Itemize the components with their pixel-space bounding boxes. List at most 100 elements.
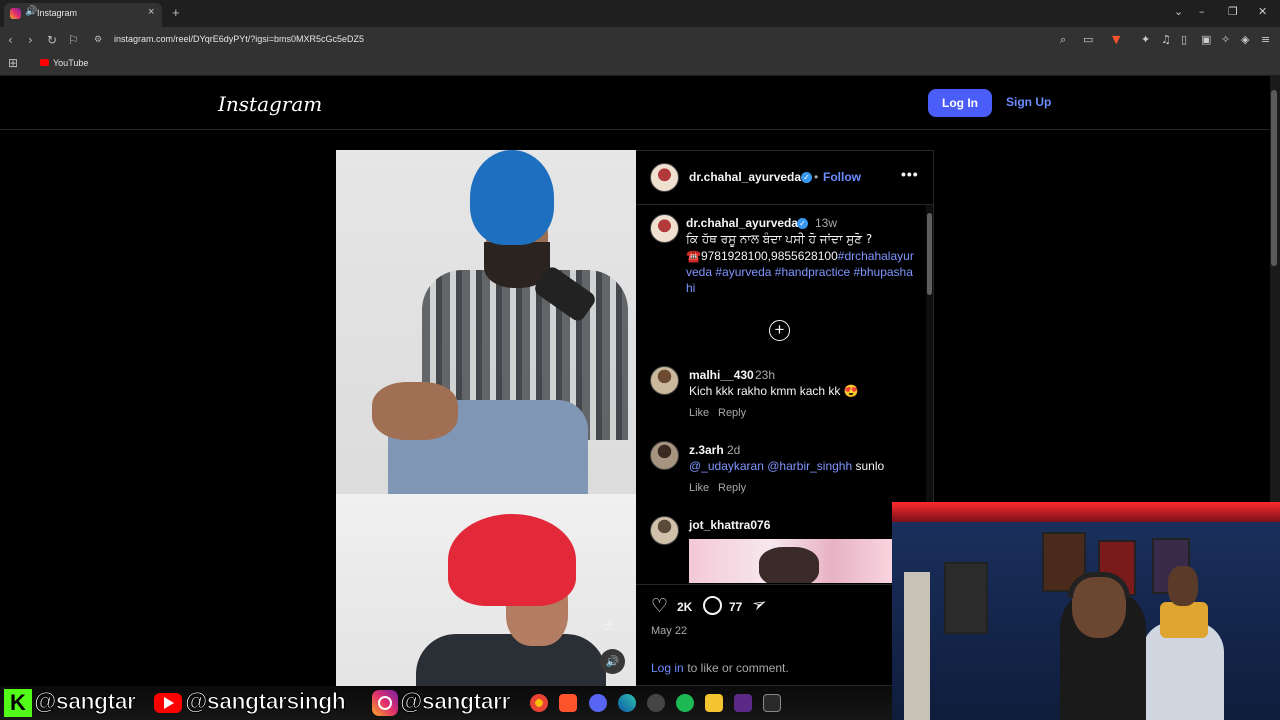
- spotify-icon[interactable]: [676, 694, 694, 712]
- restore-icon[interactable]: ❐: [1228, 5, 1238, 18]
- comment-username[interactable]: malhi__430: [689, 368, 754, 382]
- media-icon[interactable]: ♫: [1161, 33, 1171, 46]
- leo-ai-icon[interactable]: ✧: [1221, 33, 1230, 46]
- browser-toolbar: ‹ › ↻ ⚐ ⚙ instagram.com/reel/DYqrE6dyPYt…: [0, 27, 1280, 52]
- panel-header-divider: [636, 204, 934, 205]
- reel-video[interactable]: [336, 150, 636, 686]
- verified-badge-icon: ✓: [797, 218, 808, 229]
- page-scroll-thumb[interactable]: [1271, 90, 1277, 266]
- tab-instagram[interactable]: 🔊 Instagram ×: [4, 3, 162, 27]
- signup-link[interactable]: Sign Up: [1006, 95, 1051, 109]
- wallet-icon[interactable]: ▣: [1201, 33, 1211, 46]
- tab-strip: [0, 0, 1280, 27]
- red-turban: [448, 514, 576, 606]
- comment-time: 2d: [727, 443, 741, 457]
- caption-body: ☎️9781928100,9855628100#drchahalayurveda…: [686, 248, 914, 296]
- site-info-icon[interactable]: ⚙: [94, 35, 102, 45]
- comment-username[interactable]: jot_khattra076: [689, 518, 770, 532]
- apps-grid-icon[interactable]: ⊞: [8, 56, 18, 70]
- chrome-icon[interactable]: [530, 694, 548, 712]
- hand-cursor-icon: ☝: [604, 618, 613, 634]
- instagram-favicon-icon: [10, 8, 21, 19]
- caption-username[interactable]: dr.chahal_ayurveda: [686, 216, 798, 230]
- app-icon[interactable]: [734, 694, 752, 712]
- video-frame-top: [336, 150, 636, 494]
- file-explorer-icon[interactable]: [705, 694, 723, 712]
- like-count[interactable]: 2K: [677, 600, 692, 614]
- address-bar[interactable]: instagram.com/reel/DYqrE6dyPYt/?igsi=bms…: [114, 34, 364, 44]
- poster: [944, 562, 988, 634]
- back-icon[interactable]: ‹: [8, 33, 13, 47]
- comment-reply-button[interactable]: Reply: [718, 407, 746, 419]
- extensions-icon[interactable]: ✦: [1141, 33, 1150, 46]
- comment-icon[interactable]: [703, 596, 722, 615]
- comment-avatar[interactable]: [650, 441, 679, 470]
- login-button[interactable]: Log In: [928, 89, 992, 117]
- follow-button[interactable]: Follow: [823, 170, 861, 184]
- brave-icon[interactable]: [559, 694, 577, 712]
- person-jacket: [416, 634, 606, 686]
- comment-like-button[interactable]: Like: [689, 407, 709, 419]
- owner-avatar[interactable]: [650, 163, 679, 192]
- guest-chain: [1160, 602, 1208, 638]
- app-window-icon[interactable]: [763, 694, 781, 712]
- comment-username[interactable]: z.3arh: [689, 443, 724, 457]
- more-options-icon[interactable]: •••: [901, 166, 919, 182]
- reload-icon[interactable]: ↻: [47, 33, 57, 47]
- comment-count[interactable]: 77: [729, 600, 742, 614]
- minimize-icon[interactable]: –: [1199, 5, 1205, 18]
- brave-shield-icon[interactable]: ▼: [1112, 33, 1120, 46]
- actions-divider: [636, 584, 934, 585]
- volume-icon[interactable]: 🔊: [600, 649, 625, 674]
- cast-icon[interactable]: ▭: [1083, 33, 1093, 46]
- new-tab-icon[interactable]: +: [172, 5, 180, 20]
- kick-handle: @sangtar: [34, 688, 137, 715]
- forward-icon[interactable]: ›: [28, 33, 33, 47]
- mention-link[interactable]: @_udaykaran: [689, 459, 764, 473]
- heart-icon[interactable]: ♡: [651, 595, 668, 617]
- hashtag-link[interactable]: #handpractice: [775, 265, 850, 279]
- close-window-icon[interactable]: ✕: [1258, 5, 1267, 18]
- chevron-down-icon[interactable]: ⌄: [1174, 5, 1183, 18]
- comment-reply-button[interactable]: Reply: [718, 482, 746, 494]
- bookmark-icon[interactable]: ⚐: [68, 33, 79, 47]
- caption-avatar[interactable]: [650, 214, 679, 243]
- comment-avatar[interactable]: [650, 366, 679, 395]
- menu-icon[interactable]: ≡: [1261, 33, 1270, 46]
- login-prompt-rest: to like or comment.: [687, 661, 789, 675]
- comment-gif[interactable]: [689, 539, 893, 583]
- comment-text: @_udaykaran @harbir_singhh sunlo: [689, 459, 884, 473]
- post-date: May 22: [651, 625, 688, 637]
- mention-link[interactable]: @harbir_singhh: [767, 459, 852, 473]
- youtube-play-icon: [164, 697, 174, 709]
- instagram-logo[interactable]: Instagram: [218, 92, 322, 116]
- youtube-icon: [40, 59, 49, 66]
- led-strip: [892, 502, 1280, 524]
- caption-text: ਕਿ ਹੱਥ ਰਸੂ ਨਾਲ ਬੰਦਾ ਪਸੀ ਹੋ ਜਾਂਦਾ ਸੁਣੋ ?: [686, 232, 873, 246]
- speaker-icon[interactable]: 🔊: [25, 6, 37, 17]
- vpn-icon[interactable]: ◈: [1241, 33, 1249, 46]
- instagram-lens-icon: [378, 696, 392, 710]
- close-tab-icon[interactable]: ×: [148, 6, 154, 18]
- owner-username[interactable]: dr.chahal_ayurveda: [689, 170, 801, 184]
- instagram-handle: @sangtarr: [400, 688, 511, 715]
- bookmark-youtube[interactable]: YouTube: [53, 58, 88, 68]
- hashtag-link[interactable]: #ayurveda: [715, 265, 771, 279]
- discord-icon[interactable]: [589, 694, 607, 712]
- comment-avatar[interactable]: [650, 516, 679, 545]
- sidebar-icon[interactable]: ▯: [1181, 33, 1187, 46]
- zoom-icon[interactable]: ⌕: [1060, 33, 1066, 47]
- edge-icon[interactable]: [618, 694, 636, 712]
- comments-scroll-thumb[interactable]: [927, 213, 932, 295]
- comment-like-button[interactable]: Like: [689, 482, 709, 494]
- kick-icon: K: [4, 689, 32, 717]
- tab-title: Instagram: [37, 8, 78, 18]
- obs-icon[interactable]: [647, 694, 665, 712]
- login-link[interactable]: Log in: [651, 661, 684, 675]
- load-more-comments-icon[interactable]: +: [769, 320, 790, 341]
- header-divider: [0, 129, 1270, 130]
- guest-head: [1168, 566, 1198, 606]
- person-hands: [372, 382, 458, 440]
- login-prompt-text: to like or comment.: [684, 661, 789, 675]
- gif-figure: [759, 547, 819, 583]
